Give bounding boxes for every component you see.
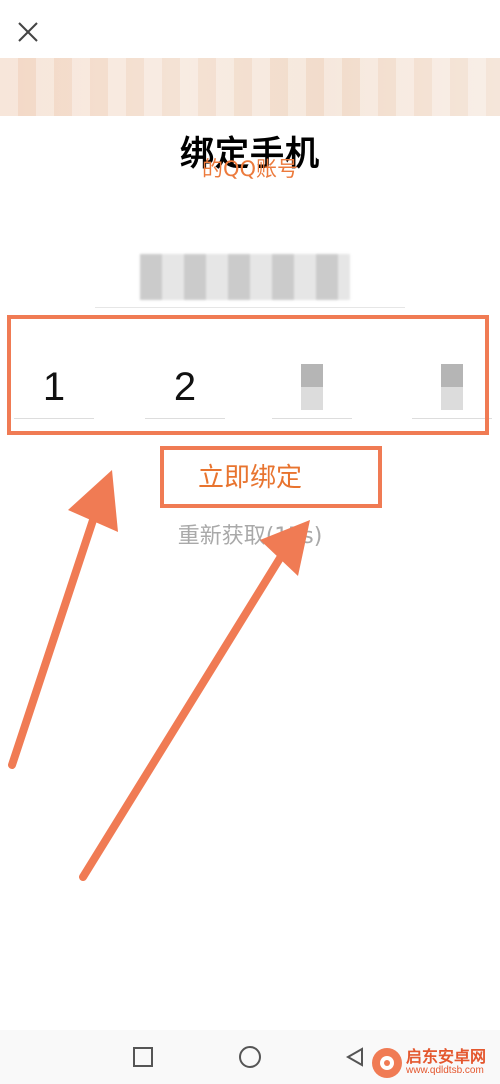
back-button[interactable] bbox=[340, 1042, 370, 1072]
watermark-logo bbox=[372, 1048, 402, 1078]
phone-underline bbox=[95, 307, 405, 308]
blurred-account-banner bbox=[0, 58, 500, 116]
watermark: 启东安卓网 www.qdldtsb.com bbox=[372, 1046, 496, 1080]
resend-countdown: 重新获取(17s) bbox=[177, 524, 323, 549]
close-button[interactable] bbox=[10, 14, 46, 50]
home-button[interactable] bbox=[235, 1042, 265, 1072]
watermark-name: 启东安卓网 bbox=[406, 1047, 487, 1067]
arrow-to-bind bbox=[79, 520, 310, 881]
recent-apps-button[interactable] bbox=[128, 1042, 158, 1072]
square-icon bbox=[133, 1047, 153, 1067]
arrow-to-code bbox=[8, 470, 118, 769]
bind-highlight-box bbox=[160, 446, 382, 508]
phone-number-masked bbox=[140, 254, 350, 300]
watermark-url: www.qdldtsb.com bbox=[406, 1065, 484, 1077]
circle-icon bbox=[239, 1046, 261, 1068]
triangle-back-icon bbox=[345, 1047, 363, 1067]
page-subtitle: 的QQ账号 bbox=[201, 157, 299, 181]
close-icon bbox=[18, 22, 38, 42]
code-highlight-box bbox=[7, 315, 489, 435]
